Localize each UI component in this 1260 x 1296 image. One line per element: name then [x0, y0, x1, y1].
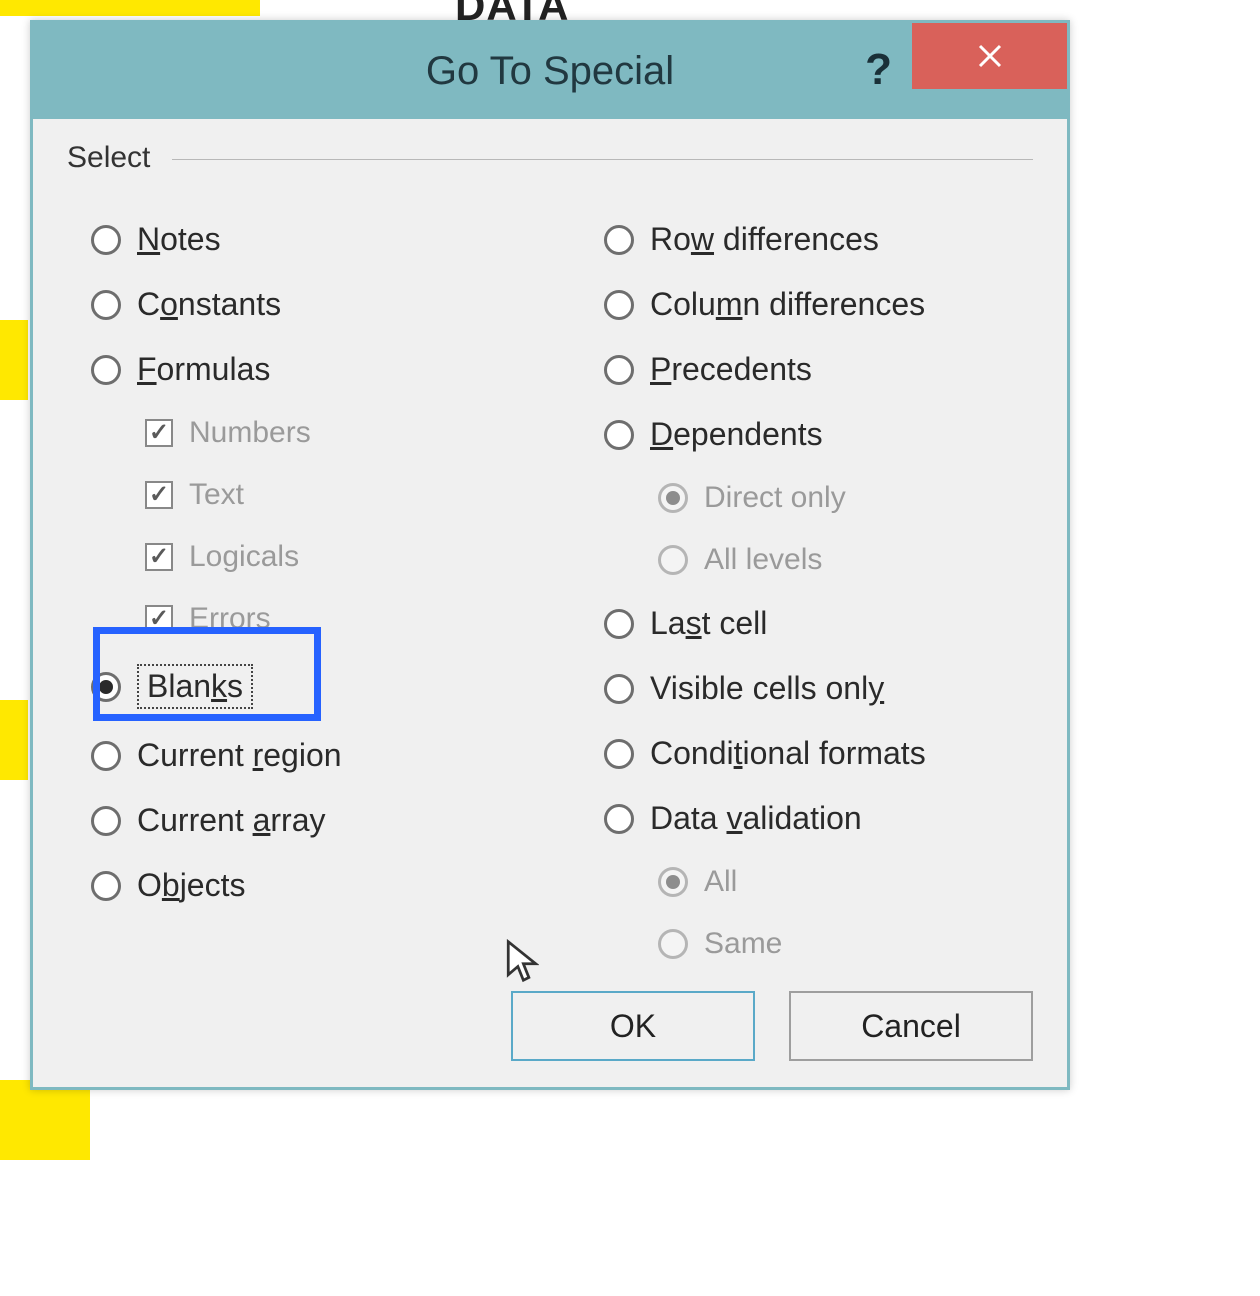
dialog-buttons: OK Cancel	[511, 991, 1033, 1061]
options-right-column: Row differences Column differences Prece…	[580, 207, 1033, 989]
close-button[interactable]	[912, 23, 1067, 89]
check-numbers: Numbers	[145, 416, 520, 450]
radio-row-differences[interactable]: Row differences	[604, 221, 1033, 258]
check-text: Text	[145, 478, 520, 512]
radio-constants[interactable]: Constants	[91, 286, 520, 323]
select-group-label: Select	[67, 141, 164, 175]
radio-conditional-formats[interactable]: Conditional formats	[604, 735, 1033, 772]
close-icon	[977, 43, 1003, 69]
radio-dv-all: All	[658, 865, 1033, 899]
dialog-titlebar[interactable]: Go To Special ?	[33, 23, 1067, 119]
radio-visible-cells[interactable]: Visible cells only	[604, 670, 1033, 707]
radio-last-cell[interactable]: Last cell	[604, 605, 1033, 642]
dialog-title: Go To Special	[426, 49, 674, 94]
go-to-special-dialog: Go To Special ? Select Notes Constants	[30, 20, 1070, 1090]
check-errors: Errors	[145, 602, 520, 636]
radio-dv-same: Same	[658, 927, 1033, 961]
ok-button[interactable]: OK	[511, 991, 755, 1061]
options-left-column: Notes Constants Formulas Numbers	[67, 207, 520, 989]
help-icon[interactable]: ?	[865, 48, 892, 92]
cancel-button[interactable]: Cancel	[789, 991, 1033, 1061]
radio-data-validation[interactable]: Data validation	[604, 800, 1033, 837]
radio-direct-only: Direct only	[658, 481, 1033, 515]
radio-formulas[interactable]: Formulas	[91, 351, 520, 388]
radio-all-levels: All levels	[658, 543, 1033, 577]
radio-column-differences[interactable]: Column differences	[604, 286, 1033, 323]
radio-notes[interactable]: Notes	[91, 221, 520, 258]
radio-blanks[interactable]: Blanks	[91, 664, 520, 709]
check-logicals: Logicals	[145, 540, 520, 574]
radio-objects[interactable]: Objects	[91, 867, 520, 904]
select-group: Select Notes Constants Formulas	[67, 153, 1033, 989]
radio-current-array[interactable]: Current array	[91, 802, 520, 839]
radio-current-region[interactable]: Current region	[91, 737, 520, 774]
radio-dependents[interactable]: Dependents	[604, 416, 1033, 453]
radio-precedents[interactable]: Precedents	[604, 351, 1033, 388]
